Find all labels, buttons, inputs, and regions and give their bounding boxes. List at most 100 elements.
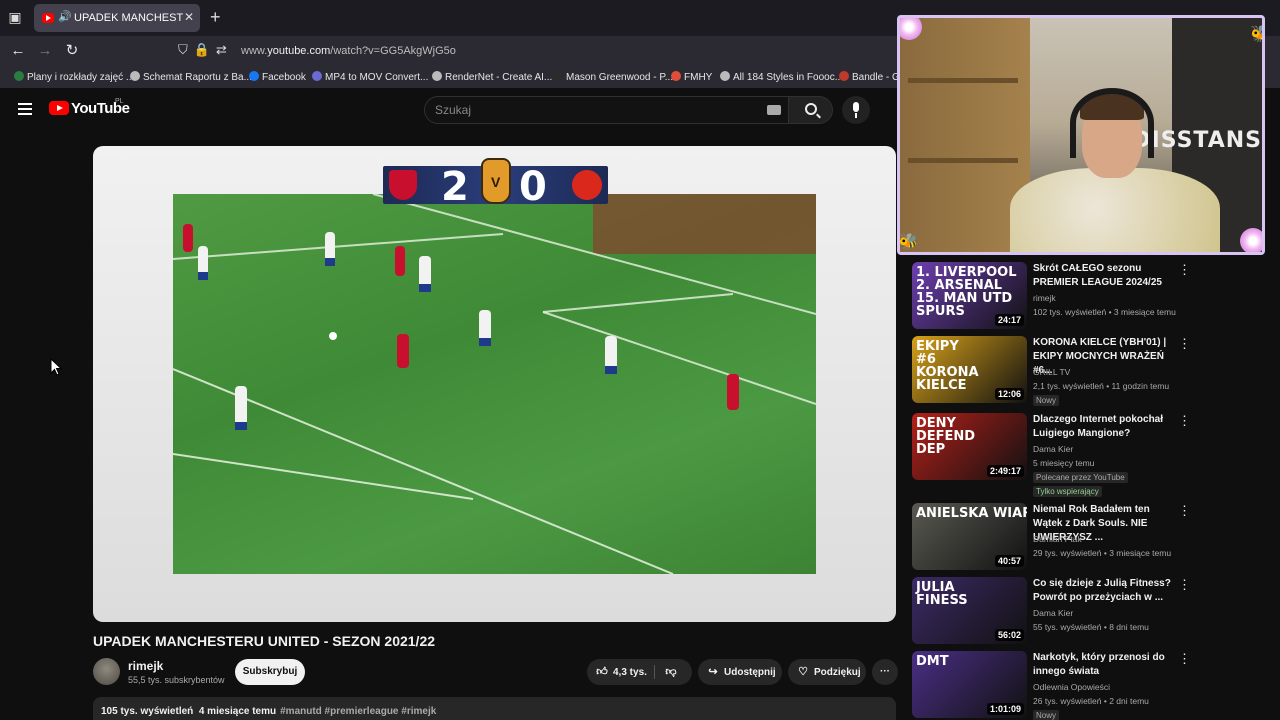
youtube-logo-icon[interactable]: [49, 101, 69, 115]
bookmark-item[interactable]: All 184 Styles in Foooc...: [720, 71, 843, 83]
video-duration: 24:17: [994, 314, 1024, 326]
tab-list-icon[interactable]: ▣: [6, 8, 24, 26]
bee-decoration-icon: 🐝: [898, 234, 918, 251]
recommended-video-meta: 102 tys. wyświetleń • 3 miesiące temu: [1033, 307, 1176, 317]
active-tab[interactable]: 🔊 UPADEK MANCHESTERU UNITED ✕: [34, 4, 200, 32]
bookmark-label: Bandle - G: [852, 72, 900, 83]
video-thumbnail[interactable]: DENY DEFEND DEP 2:49:17: [912, 413, 1027, 480]
new-tab-icon[interactable]: +: [210, 7, 221, 28]
tab-title: UPADEK MANCHESTERU UNITED: [74, 12, 184, 24]
url-security-icons[interactable]: ⛉🔒⇄: [178, 42, 233, 58]
upload-age: 4 miesiące temu: [198, 706, 277, 717]
thumbs-up-icon: 👍︎: [596, 666, 608, 678]
youtube-favicon-icon: [42, 13, 54, 23]
video-options-icon[interactable]: ⋮: [1178, 337, 1191, 350]
blanket: [1010, 168, 1220, 252]
back-icon[interactable]: ←: [8, 41, 28, 61]
menu-icon[interactable]: [18, 103, 32, 115]
bookmark-label: Plany i rozkłady zajęć ...: [27, 72, 135, 83]
hashtags[interactable]: #manutd #premierleague #rimejk: [280, 706, 436, 717]
bookmark-label: Mason Greenwood - P...: [566, 72, 674, 83]
bookmark-item[interactable]: Bandle - G: [839, 71, 900, 83]
video-thumbnail[interactable]: EKIPY #6 KORONA KIELCE 12:06: [912, 336, 1027, 403]
subscriber-count: 55,5 tys. subskrybentów: [128, 675, 225, 685]
flower-decoration-icon: [1240, 228, 1262, 252]
video-options-icon[interactable]: ⋮: [1178, 263, 1191, 276]
scoreboard-overlay: 2 0: [383, 158, 608, 210]
recommended-channel-name[interactable]: Dama Kier: [1033, 444, 1073, 454]
recommended-video-meta: 26 tys. wyświetleń • 2 dni temu: [1033, 696, 1149, 706]
share-button[interactable]: ↪ Udostępnij: [698, 659, 782, 685]
bookmark-item[interactable]: RenderNet - Create AI...: [432, 71, 552, 83]
video-thumbnail[interactable]: 1. LIVERPOOL 2. ARSENAL 15. MAN UTD SPUR…: [912, 262, 1027, 329]
voice-search-icon[interactable]: [842, 96, 870, 124]
audio-playing-icon[interactable]: 🔊: [58, 10, 72, 23]
video-thumbnail[interactable]: JULIA FINESS 56:02: [912, 577, 1027, 644]
like-divider: [654, 665, 655, 679]
video-duration: 56:02: [994, 629, 1024, 641]
bookmark-item[interactable]: Schemat Raportu z Ba...: [130, 71, 252, 83]
dislike-button[interactable]: 👎︎: [664, 659, 682, 686]
view-count: 105 tys. wyświetleń: [101, 706, 194, 717]
keyboard-icon[interactable]: [767, 105, 781, 115]
bookmark-label: MP4 to MOV Convert...: [325, 72, 429, 83]
video-thumbnail[interactable]: DMT 1:01:09: [912, 651, 1027, 718]
recommended-video-title[interactable]: Co się dzieje z Julią Fitness? Powrót po…: [1033, 577, 1179, 605]
more-actions-icon[interactable]: ···: [872, 659, 898, 685]
video-thumbnail[interactable]: ANIELSKA WIARA 40:57: [912, 503, 1027, 570]
recommended-channel-name[interactable]: GRILL TV: [1033, 367, 1070, 377]
bookmark-item[interactable]: MP4 to MOV Convert...: [312, 71, 428, 83]
forward-icon[interactable]: →: [35, 41, 55, 61]
video-duration: 12:06: [994, 388, 1024, 400]
url-prefix: www.: [241, 45, 268, 57]
recommended-channel-name[interactable]: Dama Kier: [1033, 608, 1073, 618]
description-box[interactable]: 105 tys. wyświetleń 4 miesiące temu #manu…: [93, 697, 896, 720]
thanks-button[interactable]: ♡ Podziękuj: [788, 659, 866, 685]
search-button[interactable]: [788, 96, 833, 124]
bookmark-label: All 184 Styles in Foooc...: [733, 72, 844, 83]
video-options-icon[interactable]: ⋮: [1178, 504, 1191, 517]
channel-name[interactable]: rimejk: [128, 659, 163, 673]
bookmark-label: FMHY: [684, 72, 713, 83]
thumbnail-text: DMT: [916, 654, 949, 669]
reload-icon[interactable]: ↻: [62, 41, 82, 61]
bookmark-favicon-icon: [249, 71, 259, 81]
manchester-united-crest-icon: [572, 170, 602, 200]
video-options-icon[interactable]: ⋮: [1178, 578, 1191, 591]
video-options-icon[interactable]: ⋮: [1178, 414, 1191, 427]
bookmark-favicon-icon: [720, 71, 730, 81]
subscribe-button[interactable]: Subskrybuj: [235, 659, 305, 685]
thanks-label: Podziękuj: [814, 667, 861, 678]
close-tab-icon[interactable]: ✕: [184, 10, 194, 24]
search-input[interactable]: [435, 103, 735, 117]
video-badge: Nowy: [1033, 395, 1060, 406]
recommended-video-title[interactable]: Narkotyk, który przenosi do innego świat…: [1033, 651, 1179, 679]
webcam-overlay: DISSTANS 🐝 🐝: [897, 15, 1265, 255]
recommended-channel-name[interactable]: Damian Ptak: [1033, 534, 1082, 544]
youtube-header: YouTube PL: [0, 88, 900, 132]
bookmark-item[interactable]: FMHY: [671, 71, 712, 83]
bookmark-favicon-icon: [671, 71, 681, 81]
recommended-video-title[interactable]: Skrót CAŁEGO sezonu PREMIER LEAGUE 2024/…: [1033, 262, 1179, 290]
video-player[interactable]: 2 0: [93, 146, 896, 622]
recommended-video-meta: 29 tys. wyświetleń • 3 miesiące temu: [1033, 548, 1172, 558]
heart-dollar-icon: ♡: [798, 666, 808, 678]
thumbnail-text: ANIELSKA WIARA: [916, 506, 1027, 521]
recommended-channel-name[interactable]: Odlewnia Opowieści: [1033, 682, 1110, 692]
bookmark-item[interactable]: Facebook: [249, 71, 306, 83]
channel-avatar[interactable]: [93, 658, 120, 685]
recommended-channel-name[interactable]: rimejk: [1033, 293, 1056, 303]
recommended-video-title[interactable]: Dlaczego Internet pokochał Luigiego Mang…: [1033, 413, 1179, 441]
like-button[interactable]: 👍︎ 4,3 tys.: [595, 659, 647, 686]
bookmark-item[interactable]: Mason Greenwood - P...: [553, 71, 673, 83]
search-box[interactable]: [424, 96, 790, 124]
share-label: Udostępnij: [724, 667, 776, 678]
video-options-icon[interactable]: ⋮: [1178, 652, 1191, 665]
search-icon: [805, 103, 817, 115]
vase-emote-icon: [481, 158, 511, 204]
address-bar[interactable]: www.youtube.com/watch?v=GG5AkgWjG5o: [241, 45, 456, 57]
thumbnail-text: EKIPY #6 KORONA KIELCE: [916, 339, 979, 393]
bookmark-favicon-icon: [312, 71, 322, 81]
bookmark-item[interactable]: Plany i rozkłady zajęć ...: [14, 71, 134, 83]
bookmark-label: Schemat Raportu z Ba...: [143, 72, 252, 83]
